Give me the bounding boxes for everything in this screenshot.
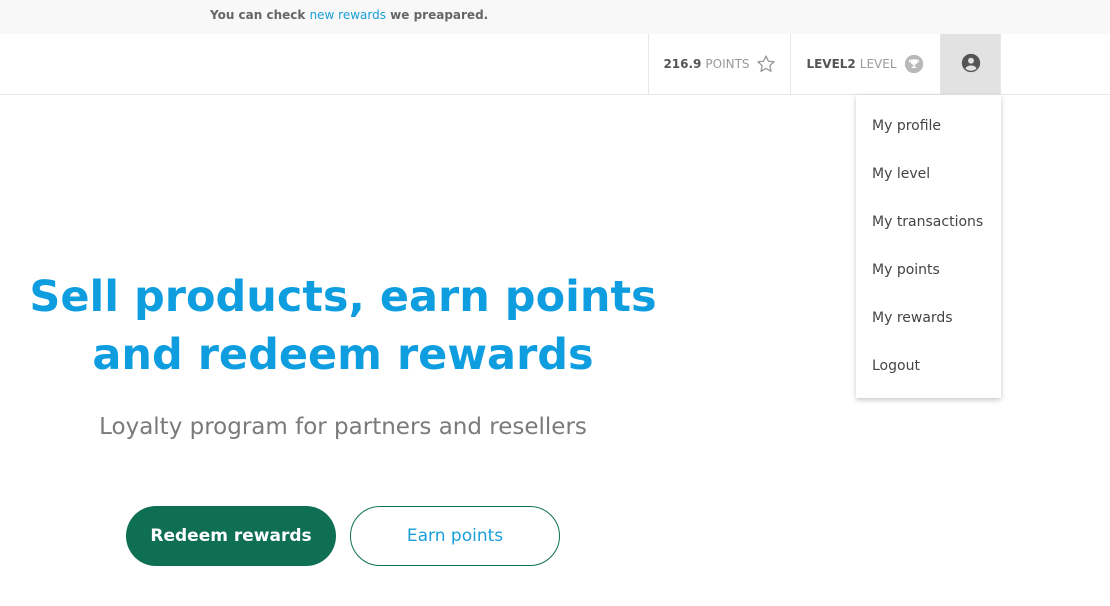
earn-points-button[interactable]: Earn points [350, 506, 560, 566]
trophy-icon [903, 53, 925, 75]
points-unit: POINTS [705, 57, 750, 71]
user-dropdown-menu: My profile My level My transactions My p… [856, 95, 1001, 398]
menu-item-my-points[interactable]: My points [856, 246, 1001, 294]
notice-suffix: we preapared. [386, 8, 489, 22]
user-menu-button[interactable] [940, 34, 1001, 94]
hero-title: Sell products, earn points and redeem re… [0, 268, 686, 384]
menu-item-logout[interactable]: Logout [856, 342, 1001, 390]
new-rewards-link[interactable]: new rewards [310, 8, 386, 22]
points-indicator[interactable]: 216.9 POINTS [648, 34, 790, 94]
hero-title-line-2: and redeem rewards [92, 330, 594, 380]
points-value: 216.9 [663, 57, 702, 71]
menu-item-my-profile[interactable]: My profile [856, 102, 1001, 150]
top-navigation: 216.9 POINTS LEVEL2 LEVEL [0, 34, 1110, 95]
level-unit: LEVEL [859, 57, 897, 71]
menu-item-my-transactions[interactable]: My transactions [856, 198, 1001, 246]
menu-item-my-level[interactable]: My level [856, 150, 1001, 198]
notice-bar: You can check new rewards we preapared. [0, 0, 1110, 34]
level-indicator[interactable]: LEVEL2 LEVEL [790, 34, 940, 94]
hero-subtitle: Loyalty program for partners and reselle… [99, 414, 587, 440]
notice-prefix: You can check [210, 8, 310, 22]
user-circle-icon [960, 52, 982, 77]
level-value: LEVEL2 [806, 57, 856, 71]
redeem-rewards-button[interactable]: Redeem rewards [126, 506, 336, 566]
notice-text: You can check new rewards we preapared. [210, 8, 488, 22]
hero-title-line-1: Sell products, earn points [29, 272, 657, 322]
star-icon [756, 54, 776, 74]
menu-item-my-rewards[interactable]: My rewards [856, 294, 1001, 342]
